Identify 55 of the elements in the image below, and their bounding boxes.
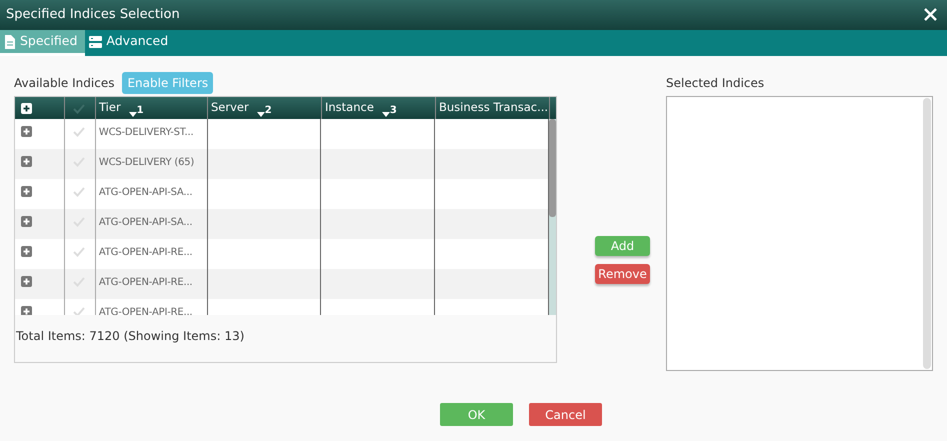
section-label: Selected Indices	[666, 75, 764, 92]
expand-icon	[21, 216, 32, 228]
expand-icon	[21, 306, 32, 315]
table-cell: ATG-OPEN-API-RE...	[98, 277, 192, 288]
remove-button[interactable]: Remove	[595, 264, 650, 284]
check-icon[interactable]	[72, 246, 85, 258]
check-icon[interactable]	[72, 126, 85, 138]
check-icon	[73, 102, 85, 114]
table-row[interactable]: ATG-OPEN-API-RE...	[15, 299, 549, 315]
column-header[interactable]: Tier	[99, 99, 121, 117]
sort-order: 2	[264, 104, 272, 118]
expand-icon	[21, 246, 32, 258]
section-label: Available Indices	[14, 75, 114, 92]
check-icon[interactable]	[72, 186, 85, 198]
table-row[interactable]: ATG-OPEN-API-RE...	[15, 239, 549, 269]
expand-icon	[21, 276, 32, 288]
table-cell: WCS-DELIVERY (65)	[98, 157, 194, 168]
scrollbar[interactable]	[923, 98, 931, 369]
expand-row-button[interactable]	[21, 184, 32, 198]
table-cell: WCS-DELIVERY-ST...	[98, 127, 194, 138]
expand-row-button[interactable]	[21, 214, 32, 228]
cancel-button[interactable]: Cancel	[529, 403, 602, 426]
expand-row-button[interactable]	[21, 274, 32, 288]
sort-order: 1	[136, 104, 144, 118]
table-cell: ATG-OPEN-API-SA...	[98, 187, 192, 198]
sort-order: 3	[390, 104, 397, 118]
table-row[interactable]: ATG-OPEN-API-RE...	[15, 269, 549, 299]
tab[interactable]: Advanced	[85, 30, 176, 56]
total-items-text: Total Items: 7120 (Showing Items: 13)	[15, 328, 246, 345]
table-cell: ATG-OPEN-API-RE...	[98, 247, 192, 258]
selected-indices-list[interactable]	[666, 96, 933, 371]
expand-row-button[interactable]	[21, 244, 32, 258]
column-header[interactable]: Server	[211, 99, 249, 117]
table-row[interactable]: WCS-DELIVERY (65)	[15, 149, 549, 179]
expand-row-button[interactable]	[21, 124, 32, 138]
table-row[interactable]: ATG-OPEN-API-SA...	[15, 209, 549, 239]
expand-icon	[21, 102, 32, 114]
expand-row-button[interactable]	[21, 304, 32, 315]
table-cell: ATG-OPEN-API-RE...	[98, 307, 192, 315]
scrollbar[interactable]	[549, 119, 556, 315]
window-title: Specified Indices Selection	[6, 6, 180, 24]
expand-icon	[21, 156, 32, 168]
table-row[interactable]: WCS-DELIVERY-ST...	[15, 119, 549, 149]
expand-icon	[21, 126, 32, 138]
column-header[interactable]: Instance	[325, 99, 374, 117]
close-icon	[923, 7, 938, 22]
column-header[interactable]: Business Transac...	[439, 99, 548, 117]
check-icon[interactable]	[72, 306, 85, 315]
close-button[interactable]	[923, 7, 939, 23]
table-row[interactable]: ATG-OPEN-API-SA...	[15, 179, 549, 209]
expand-row-button[interactable]	[21, 154, 32, 168]
server-icon	[89, 34, 102, 48]
document-icon	[4, 34, 16, 48]
expand-icon	[21, 186, 32, 198]
table-cell: ATG-OPEN-API-SA...	[98, 217, 192, 228]
